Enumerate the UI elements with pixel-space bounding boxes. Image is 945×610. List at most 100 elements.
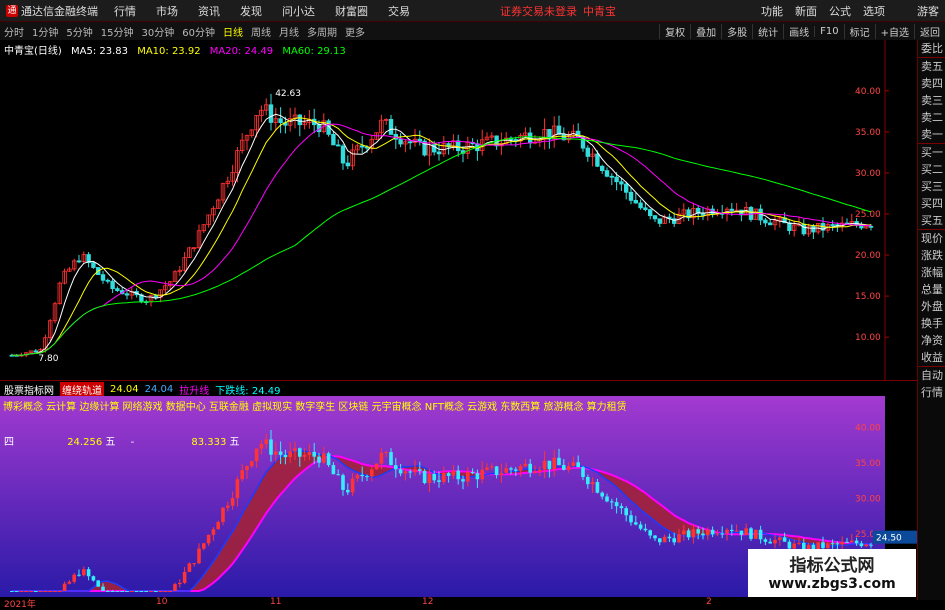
period-60min[interactable]: 60分钟 xyxy=(178,24,219,39)
candle-body xyxy=(585,147,590,157)
period-monthly[interactable]: 月线 xyxy=(275,24,303,39)
period-daily[interactable]: 日线 xyxy=(219,24,247,39)
indicator-candle-body xyxy=(278,451,283,455)
indicator-candle-body xyxy=(341,475,345,490)
candle-body xyxy=(278,118,283,124)
candle-body xyxy=(638,202,643,209)
candle-body xyxy=(297,114,302,126)
menu-formula[interactable]: 公式 xyxy=(823,3,857,19)
indicator-candle-body xyxy=(854,540,859,544)
indicator-candle-body xyxy=(739,530,744,535)
multi-stock-button[interactable]: 多股 xyxy=(721,23,752,39)
indicator-candle-body xyxy=(370,469,374,477)
date-tick-label: 2 xyxy=(706,597,712,607)
menu-bar: 通 通达信金融终端 行情 市场 资讯 发现 问小达 财富圈 交易 证券交易未登录… xyxy=(0,0,945,22)
candle-body xyxy=(436,151,442,155)
menu-wealth[interactable]: 财富圈 xyxy=(325,3,378,19)
indicator-candle-body xyxy=(197,548,201,564)
menu-discover[interactable]: 发现 xyxy=(230,3,272,19)
f10-button[interactable]: F10 xyxy=(814,25,843,37)
mark-button[interactable]: 标记 xyxy=(843,23,875,39)
indicator-candle-body xyxy=(552,457,556,470)
guest-button[interactable]: 游客 xyxy=(911,3,945,19)
menu-trade[interactable]: 交易 xyxy=(378,3,420,19)
menu-market[interactable]: 市场 xyxy=(146,3,188,19)
app-title: 通达信金融终端 xyxy=(21,4,98,18)
indicator-candle-body xyxy=(586,476,590,485)
indicator-candle-body xyxy=(19,591,24,592)
adjust-button[interactable]: 复权 xyxy=(659,23,690,39)
menu-new-page[interactable]: 新面 xyxy=(789,3,823,19)
indicator-candle-body xyxy=(365,476,369,478)
stats-button[interactable]: 统计 xyxy=(752,23,783,39)
back-button[interactable]: 返回 xyxy=(914,23,945,39)
indicator-candle-body xyxy=(686,530,691,538)
indicator-candle-body xyxy=(413,469,417,473)
info-char-2: 五 xyxy=(229,437,240,448)
period-15min[interactable]: 15分钟 xyxy=(97,24,138,39)
low-price-label: 7.80 xyxy=(38,354,58,364)
period-multi[interactable]: 多周期 xyxy=(303,24,341,39)
menu-function[interactable]: 功能 xyxy=(755,3,789,19)
indicator-candle-body xyxy=(494,466,499,476)
indicator-candle-body xyxy=(835,543,840,545)
side-panel-item: 卖四 xyxy=(921,77,943,90)
candlestick-chart[interactable]: 40.0035.0030.0025.0020.0015.0010.0042.63… xyxy=(0,40,917,380)
indicator-candle-body xyxy=(72,574,76,582)
side-panel-item: 外盘 xyxy=(921,300,943,313)
side-panel-item[interactable]: 行情 xyxy=(918,384,945,401)
period-5min[interactable]: 5分钟 xyxy=(62,24,96,39)
indicator-candle-body xyxy=(240,470,244,480)
candle-body xyxy=(417,138,422,142)
chart-header: 中青宝(日线) MA5: 23.83 MA10: 23.92 MA20: 24.… xyxy=(4,42,352,57)
side-panel-item: 涨幅 xyxy=(921,266,943,279)
indicator-name[interactable]: 缠绕轨道 xyxy=(60,381,104,397)
indicator-candle-body xyxy=(307,451,312,455)
indicator-candle-body xyxy=(144,591,148,592)
side-panel-item: 卖五 xyxy=(918,57,945,75)
indicator-candle-body xyxy=(86,569,91,577)
candle-body xyxy=(398,138,403,145)
menu-options[interactable]: 选项 xyxy=(857,3,891,19)
period-timeshare[interactable]: 分时 xyxy=(0,24,28,39)
indicator-candle-body xyxy=(163,591,168,592)
candle-body xyxy=(556,125,562,135)
indicator-candle-body xyxy=(562,465,566,470)
side-panel-item: 买四 xyxy=(921,197,943,210)
indicator-candle-body xyxy=(293,448,297,452)
indicator-candle-body xyxy=(859,543,864,547)
indicator-candle-body xyxy=(499,472,504,476)
indicator-candle-body xyxy=(326,453,331,466)
period-1min[interactable]: 1分钟 xyxy=(28,24,62,39)
indicator-candle-body xyxy=(845,541,849,543)
indicator-candle-body xyxy=(768,541,772,544)
login-warning[interactable]: 证券交易未登录 xyxy=(500,3,577,19)
candle-body xyxy=(335,144,341,147)
indicator-candle-body xyxy=(758,529,763,540)
indicator-candle-body xyxy=(250,461,254,467)
price-tick-label: 35.00 xyxy=(855,128,881,138)
price-tick-label: 10.00 xyxy=(855,333,881,343)
candle-body xyxy=(100,274,106,281)
indicator-candle-body xyxy=(82,569,86,576)
period-weekly[interactable]: 周线 xyxy=(247,24,275,39)
period-more[interactable]: 更多 xyxy=(341,24,369,39)
overlay-button[interactable]: 叠加 xyxy=(690,23,721,39)
indicator-candle-body xyxy=(139,591,144,592)
indicator-source[interactable]: 股票指标网 xyxy=(4,382,54,397)
price-tick-label: 20.00 xyxy=(855,251,881,261)
menu-news[interactable]: 资讯 xyxy=(188,3,230,19)
add-watchlist-button[interactable]: +自选 xyxy=(874,23,914,39)
indicator-candle-body xyxy=(480,469,484,480)
draw-line-button[interactable]: 画线 xyxy=(783,23,814,39)
menu-ask[interactable]: 问小达 xyxy=(272,3,325,19)
period-30min[interactable]: 30分钟 xyxy=(137,24,178,39)
candle-body xyxy=(619,181,624,185)
menu-quotes[interactable]: 行情 xyxy=(104,3,146,19)
side-panel-item[interactable]: 自动 xyxy=(918,366,945,384)
indicator-candle-body xyxy=(787,541,792,549)
candle-body xyxy=(91,262,96,268)
indicator-candle-body xyxy=(658,538,662,543)
price-tick-label: 30.00 xyxy=(855,169,881,179)
indicator-candle-body xyxy=(173,584,177,591)
